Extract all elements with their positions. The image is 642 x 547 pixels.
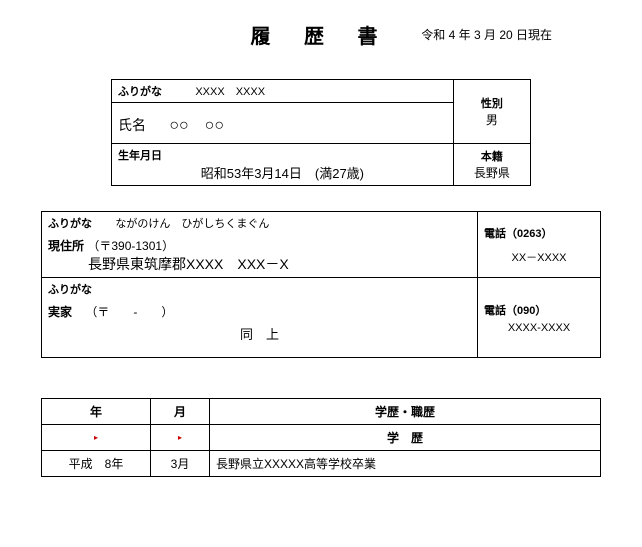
phone1-label: 電話（0263） xyxy=(484,225,594,241)
current-furigana-label: ふりがな xyxy=(48,218,92,230)
table-row: 平成 8年 3月 長野県立XXXXX高等学校卒業 xyxy=(42,451,601,477)
birth-value: 昭和53年3月14日 (満27歳) xyxy=(118,163,447,182)
phone2-label: 電話（090） xyxy=(484,302,594,318)
home-address-label: 実家 xyxy=(48,305,72,319)
current-postal: （〒390-1301） xyxy=(87,239,174,253)
col-year-header: 年 xyxy=(42,399,151,425)
name-label: 氏名 xyxy=(118,117,146,133)
furigana-label: ふりがな xyxy=(118,86,162,98)
phone2-value: XXXX-XXXX xyxy=(484,318,594,334)
address-table: ふりがな ながのけん ひがしちくまぐん 電話（0263） XX－XXXX 現住所… xyxy=(41,211,601,358)
table-cell: ▸ xyxy=(151,425,210,451)
honseki-label: 本籍 xyxy=(460,148,524,164)
document-title: 履 歴 書 xyxy=(250,20,391,49)
history-table: 年 月 学歴・職歴 ▸ ▸ 学 歴 平成 8年 3月 長野県立XXXXX高等学校… xyxy=(41,398,601,477)
current-address-value: 長野県東筑摩郡XXXX XXX－X xyxy=(48,254,471,274)
gender-label: 性別 xyxy=(460,95,524,111)
col-month-header: 月 xyxy=(151,399,210,425)
document-date: 令和 4 年 3 月 20 日現在 xyxy=(421,26,552,43)
table-cell: ▸ xyxy=(42,425,151,451)
home-furigana-label: ふりがな xyxy=(48,284,92,296)
current-furigana-value: ながのけん ひがしちくまぐん xyxy=(95,218,269,230)
history-entry: 長野県立XXXXX高等学校卒業 xyxy=(210,451,601,477)
current-address-label: 現住所 xyxy=(48,239,84,253)
history-year: 平成 8年 xyxy=(42,451,151,477)
name-value: ○○ ○○ xyxy=(149,117,224,134)
marker-icon: ▸ xyxy=(94,433,98,442)
gender-value: 男 xyxy=(460,111,524,128)
birth-label: 生年月日 xyxy=(118,147,447,163)
history-month: 3月 xyxy=(151,451,210,477)
personal-info-table: ふりがな XXXX XXXX 性別 男 氏名 ○○ ○○ 生年月日 昭和53年3… xyxy=(111,79,531,186)
col-history-header: 学歴・職歴 xyxy=(210,399,601,425)
marker-icon: ▸ xyxy=(178,433,182,442)
home-address-value: 同 上 xyxy=(48,320,471,343)
home-postal: （〒 - ） xyxy=(75,305,173,319)
furigana-value: XXXX XXXX xyxy=(165,86,265,98)
phone1-value: XX－XXXX xyxy=(484,241,594,265)
honseki-value: 長野県 xyxy=(460,164,524,181)
history-section: 学 歴 xyxy=(210,425,601,451)
